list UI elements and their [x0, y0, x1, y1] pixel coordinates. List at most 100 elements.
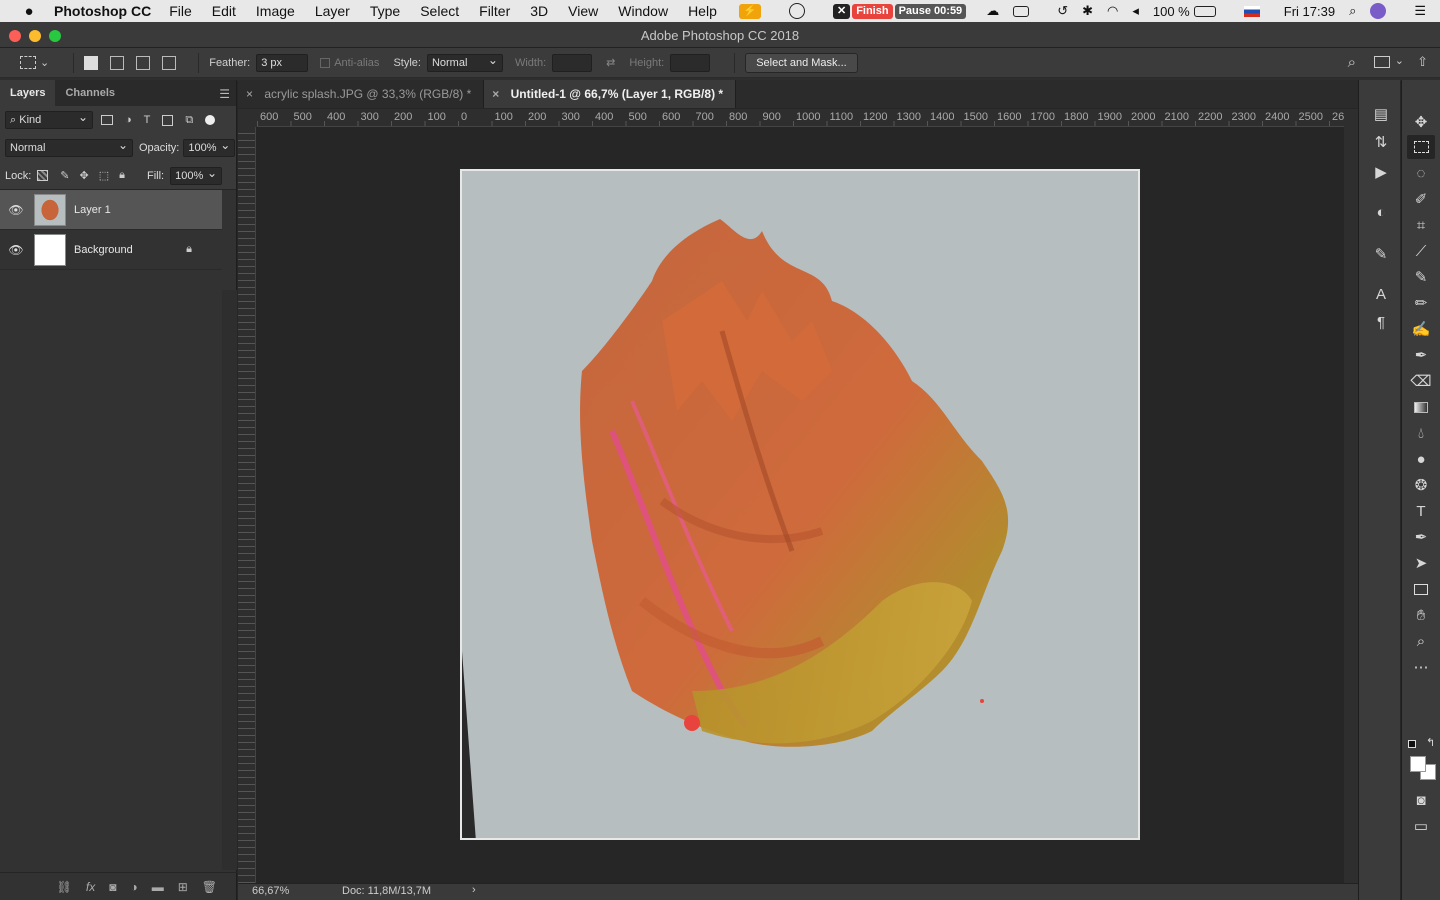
wifi-icon[interactable]: ◠ [1107, 3, 1118, 19]
bluetooth-icon[interactable]: ✱ [1082, 3, 1093, 19]
antialias-checkbox[interactable] [320, 57, 331, 68]
menu-3d[interactable]: 3D [530, 3, 548, 19]
type-filter-icon[interactable]: T [144, 114, 151, 126]
height-input[interactable] [670, 53, 711, 72]
document-canvas[interactable] [460, 169, 1140, 840]
adjustment-layer-icon[interactable]: ◑ [130, 880, 137, 894]
healing-brush-icon[interactable]: ✎ [1407, 265, 1435, 289]
tab-channels[interactable]: Channels [55, 80, 125, 106]
panel-scrollbar[interactable] [222, 290, 237, 870]
input-source-flag-icon[interactable] [1243, 5, 1260, 17]
time-machine-icon[interactable]: ↺ [1057, 3, 1068, 19]
workspace-icon[interactable] [1374, 56, 1390, 68]
blur-icon[interactable]: 💧︎ [1407, 421, 1435, 445]
tool-preset-picker[interactable]: ⌄ [20, 56, 49, 69]
lock-position-icon[interactable]: ✥ [80, 169, 89, 182]
smudge-icon[interactable]: ❂ [1407, 473, 1435, 497]
pixel-filter-icon[interactable] [101, 115, 113, 125]
new-layer-icon[interactable]: ⊞ [178, 880, 188, 894]
blend-mode-select[interactable]: Normal [5, 138, 133, 157]
libraries-icon[interactable]: ▤ [1367, 102, 1395, 126]
width-input[interactable] [552, 53, 593, 72]
clock[interactable]: Fri 17:39 [1284, 4, 1335, 19]
status-menu-arrow-icon[interactable]: › [472, 884, 476, 896]
brush-icon[interactable]: ✏ [1407, 291, 1435, 315]
gradient-icon[interactable] [1407, 395, 1435, 419]
visibility-eye-icon[interactable]: 👁︎ [8, 203, 24, 217]
menu-layer[interactable]: Layer [315, 3, 350, 19]
subtract-from-selection-icon[interactable] [136, 55, 151, 70]
zoom-level[interactable]: 66,67% [252, 885, 289, 897]
smartobject-filter-icon[interactable]: ⧉ [185, 114, 193, 127]
add-to-selection-icon[interactable] [110, 55, 125, 70]
menu-filter[interactable]: Filter [479, 3, 510, 19]
volume-icon[interactable]: ◂ [1132, 3, 1139, 19]
app-menu[interactable]: Photoshop CC [54, 3, 151, 19]
lasso-icon[interactable]: ◌ [1407, 161, 1435, 185]
battery-icon[interactable] [1193, 5, 1230, 17]
creative-cloud-icon[interactable] [788, 3, 819, 19]
add-mask-icon[interactable]: ◙ [109, 880, 116, 894]
move-icon[interactable]: ✥ [1407, 110, 1435, 134]
history-brush-icon[interactable]: ✒ [1407, 343, 1435, 367]
menu-help[interactable]: Help [688, 3, 717, 19]
delete-layer-icon[interactable]: 🗑︎ [202, 880, 217, 894]
intersect-selection-icon[interactable] [162, 55, 177, 70]
menu-window[interactable]: Window [618, 3, 668, 19]
layer-row[interactable]: 👁︎ Background 🔒︎ [0, 230, 222, 270]
dodge-icon[interactable]: ● [1407, 447, 1435, 471]
tab-document[interactable]: × Untitled-1 @ 66,7% (Layer 1, RGB/8) * [484, 80, 737, 108]
quick-mask-icon[interactable]: ◙ [1407, 788, 1435, 812]
foreground-color-swatch[interactable] [1410, 756, 1426, 772]
type-icon[interactable]: T [1407, 499, 1435, 523]
crop-icon[interactable]: ⌗ [1407, 213, 1435, 237]
new-group-icon[interactable]: ▬ [152, 880, 164, 894]
lock-pixels-icon[interactable]: ✎ [60, 169, 69, 182]
layer-name[interactable]: Background [74, 244, 133, 256]
chevron-down-icon[interactable]: ⌄ [1395, 54, 1404, 67]
screen-mode-icon[interactable]: ▭ [1407, 814, 1435, 838]
quick-select-icon[interactable]: ✐ [1407, 187, 1435, 211]
spotlight-icon[interactable]: ⌕ [1349, 3, 1356, 19]
new-selection-icon[interactable] [84, 55, 99, 70]
panel-menu-icon[interactable]: ☰ [219, 87, 230, 101]
brush-settings-icon[interactable]: ✎ [1367, 242, 1395, 266]
layer-row[interactable]: 👁︎ Layer 1 [0, 190, 222, 230]
menu-file[interactable]: File [169, 3, 192, 19]
menu-view[interactable]: View [568, 3, 598, 19]
share-icon[interactable]: ⇧ [1417, 54, 1428, 70]
swap-dimensions-icon[interactable]: ⇄ [606, 56, 615, 69]
stop-recording-button[interactable]: ✕ [832, 3, 851, 19]
finish-button[interactable]: Finish [852, 3, 893, 19]
search-icon[interactable]: ⌕ [1348, 54, 1356, 71]
eyedropper-icon[interactable]: ⟋ [1407, 239, 1435, 263]
hand-icon[interactable]: ✋︎ [1407, 603, 1435, 627]
opacity-input[interactable]: 100% [183, 138, 236, 157]
swap-colors-icon[interactable]: ↰ [1426, 736, 1435, 749]
clone-stamp-icon[interactable]: ✍ [1407, 317, 1435, 341]
vertical-ruler[interactable] [238, 127, 256, 883]
visibility-eye-icon[interactable]: 👁︎ [8, 243, 24, 257]
airplay-icon[interactable] [1013, 5, 1043, 17]
eraser-icon[interactable]: ⌫ [1407, 369, 1435, 393]
lock-artboard-icon[interactable]: ⬚ [99, 169, 109, 182]
more-tools-icon[interactable]: ⋯ [1407, 655, 1435, 679]
adjustments-icon[interactable]: ⇅ [1367, 130, 1395, 154]
feather-input[interactable]: 3 px [256, 53, 309, 72]
character-icon[interactable]: A [1367, 282, 1395, 306]
pen-icon[interactable]: ✒ [1407, 525, 1435, 549]
color-icon[interactable]: ◐ [1367, 200, 1395, 224]
menu-edit[interactable]: Edit [212, 3, 236, 19]
default-colors-icon[interactable] [1408, 740, 1416, 748]
filter-toggle-icon[interactable] [205, 115, 216, 125]
actions-play-icon[interactable]: ▶ [1367, 160, 1395, 184]
filter-kind-select[interactable]: ⌕ Kind [5, 110, 93, 129]
cloud-icon[interactable]: ☁ [986, 3, 999, 19]
close-tab-icon[interactable]: × [492, 87, 499, 101]
vertical-scrollbar[interactable] [1344, 109, 1358, 883]
close-tab-icon[interactable]: × [246, 87, 253, 101]
ruler-origin[interactable] [238, 109, 257, 127]
fill-input[interactable]: 100% [170, 166, 223, 185]
notification-center-icon[interactable]: ☰ [1414, 3, 1426, 19]
paragraph-icon[interactable]: ¶ [1367, 310, 1395, 334]
